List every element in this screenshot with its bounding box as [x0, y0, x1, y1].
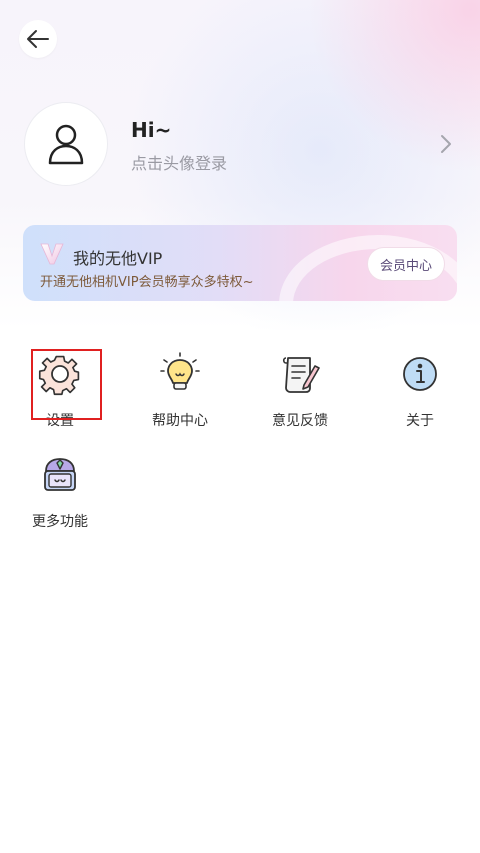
vip-subtitle: 开通无他相机VIP会员畅享众多特权~	[40, 275, 254, 290]
member-center-button[interactable]: 会员中心	[367, 247, 445, 281]
menu-item-feedback[interactable]: 意见反馈	[255, 352, 345, 430]
profile-row[interactable]: Hi~ 点击头像登录	[24, 102, 456, 186]
menu-item-label: 意见反馈	[272, 413, 328, 429]
menu-item-label: 关于	[406, 413, 434, 429]
info-icon	[403, 357, 437, 391]
menu-item-label: 帮助中心	[152, 413, 208, 429]
settings-highlight-box	[31, 349, 102, 420]
menu-item-about[interactable]: 关于	[375, 352, 465, 430]
scroll-feedback-icon	[282, 357, 320, 393]
avatar[interactable]	[24, 102, 108, 186]
arrow-left-icon	[27, 30, 49, 48]
treasure-chest-icon	[44, 458, 76, 491]
vip-v-icon	[40, 243, 64, 265]
vip-title: 我的无他VIP	[73, 249, 163, 268]
vip-card[interactable]: 我的无他VIP 开通无他相机VIP会员畅享众多特权~ 会员中心	[23, 225, 457, 301]
greeting-text: Hi~	[131, 118, 172, 142]
login-hint[interactable]: 点击头像登录	[131, 150, 227, 174]
menu-item-label: 更多功能	[32, 514, 88, 530]
lightbulb-icon	[160, 352, 200, 390]
menu-item-help-center[interactable]: 帮助中心	[135, 352, 225, 430]
back-button[interactable]	[19, 20, 57, 58]
chevron-right-icon[interactable]	[436, 132, 456, 156]
user-icon	[48, 124, 84, 165]
menu-item-more-features[interactable]: 更多功能	[15, 453, 105, 531]
